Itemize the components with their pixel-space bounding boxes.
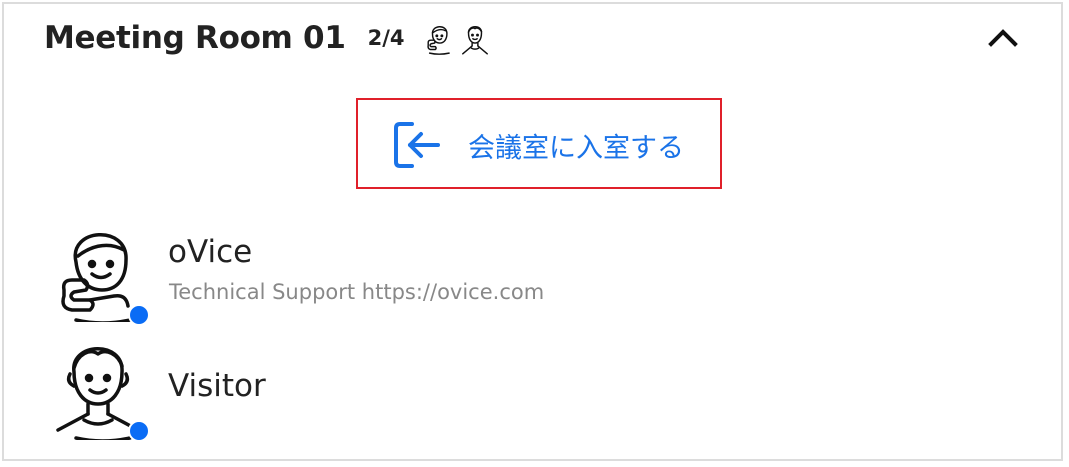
enter-room-label: 会議室に入室する [468, 133, 684, 164]
member-list-item[interactable]: oVice Technical Support https://ovice.co… [54, 218, 954, 328]
member-name: Visitor [168, 368, 266, 404]
avatar-icon [426, 26, 450, 55]
occupancy-count: 2/4 [367, 26, 405, 50]
member-list-item[interactable]: Visitor [54, 336, 954, 446]
status-online-dot [128, 420, 150, 442]
avatar-icon [461, 26, 488, 55]
chevron-up-icon [988, 29, 1018, 47]
collapse-button[interactable] [985, 20, 1021, 56]
participant-avatars [423, 20, 495, 56]
room-header: Meeting Room 01 2/4 [44, 12, 495, 64]
avatar [61, 233, 132, 322]
room-title: Meeting Room 01 [44, 20, 346, 56]
meeting-room-panel: Meeting Room 01 2/4 会議室に入室する oVice Techn… [2, 2, 1063, 461]
enter-room-icon [394, 122, 440, 168]
avatar [56, 347, 140, 440]
member-subtitle: Technical Support https://ovice.com [169, 280, 545, 304]
member-name: oVice [168, 234, 253, 270]
status-online-dot [128, 304, 150, 326]
enter-room-button[interactable]: 会議室に入室する [356, 98, 722, 189]
